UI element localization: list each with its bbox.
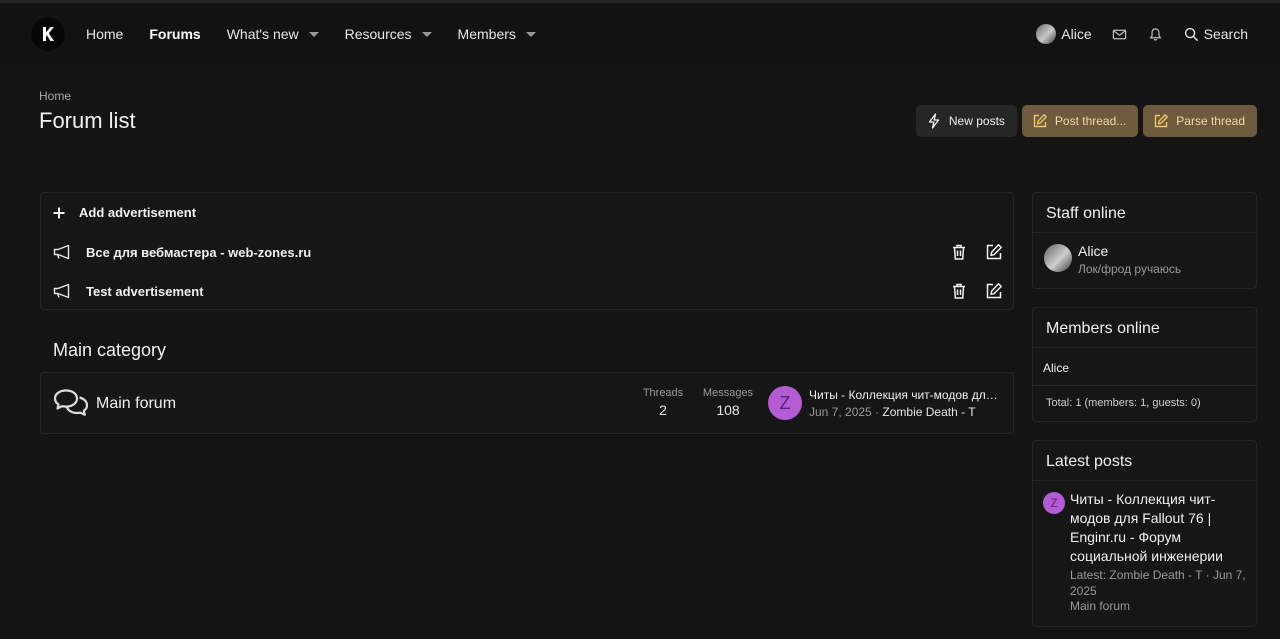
parse-thread-button[interactable]: Parse thread xyxy=(1143,105,1257,137)
staff-user-title: Лок/фрод ручаюсь xyxy=(1078,262,1182,276)
members-online-list: Alice xyxy=(1033,348,1256,386)
site-header: Home Forums What's new Resources Members… xyxy=(0,3,1280,65)
staff-member: Alice Лок/фрод ручаюсь xyxy=(1033,233,1256,288)
members-online-title[interactable]: Members online xyxy=(1033,308,1256,348)
chevron-down-icon[interactable] xyxy=(308,31,319,37)
header-user-area: Alice Search xyxy=(1036,3,1248,65)
new-posts-label: New posts xyxy=(948,114,1005,128)
parse-thread-label: Parse thread xyxy=(1176,114,1245,128)
nav-whats-new-label: What's new xyxy=(226,26,299,42)
messages-count: 108 xyxy=(716,402,740,418)
advertisement-row: Все для вебмастера - web-zones.ru xyxy=(53,242,1003,262)
threads-stat: Threads 2 xyxy=(642,387,684,418)
main-nav: Home Forums What's new Resources Members xyxy=(73,3,549,65)
plus-icon xyxy=(53,207,65,218)
staff-online-block: Staff online Alice Лок/фрод ручаюсь xyxy=(1032,192,1257,289)
members-online-block: Members online Alice Total: 1 (members: … xyxy=(1032,307,1257,422)
page-actions: New posts Post thread... Parse thread xyxy=(915,105,1257,137)
forum-title[interactable]: Main forum xyxy=(96,395,176,413)
category-title[interactable]: Main category xyxy=(53,340,166,361)
advertisement-label[interactable]: Test advertisement xyxy=(86,284,933,299)
chevron-down-icon[interactable] xyxy=(525,31,536,37)
new-posts-button[interactable]: New posts xyxy=(915,105,1017,137)
staff-online-title: Staff online xyxy=(1033,193,1256,233)
edit-icon xyxy=(1033,114,1047,128)
bell-icon[interactable] xyxy=(1148,26,1164,42)
trash-icon[interactable] xyxy=(950,282,968,300)
avatar[interactable]: Z xyxy=(768,386,802,420)
trash-icon[interactable] xyxy=(950,243,968,261)
avatar[interactable]: Z xyxy=(1043,492,1065,514)
envelope-icon[interactable] xyxy=(1112,26,1128,42)
bolt-icon xyxy=(928,113,940,129)
chat-bubbles-icon xyxy=(53,389,89,416)
last-post-date[interactable]: Jun 7, 2025 xyxy=(809,405,872,419)
add-advertisement-label: Add advertisement xyxy=(79,205,197,220)
messages-label: Messages xyxy=(702,387,754,399)
avatar xyxy=(1036,24,1057,44)
edit-icon[interactable] xyxy=(985,282,1003,300)
separator: · xyxy=(875,405,880,419)
k-logo-icon[interactable] xyxy=(31,17,65,51)
last-post-meta: Jun 7, 2025 · Zombie Death - T xyxy=(809,405,976,419)
forum-row: Main forum Threads 2 Messages 108 Z Читы… xyxy=(40,372,1014,434)
online-member-link[interactable]: Alice xyxy=(1043,361,1069,375)
latest-post-title[interactable]: Читы - Коллекция чит-модов для Fallout 7… xyxy=(1070,490,1240,566)
nav-forums-label: Forums xyxy=(149,26,201,42)
members-online-total: Total: 1 (members: 1, guests: 0) xyxy=(1046,397,1201,409)
chevron-down-icon[interactable] xyxy=(421,31,432,37)
advertisement-row: Test advertisement xyxy=(53,281,1003,301)
nav-resources-label: Resources xyxy=(344,26,412,42)
advertisement-label[interactable]: Все для вебмастера - web-zones.ru xyxy=(86,245,933,260)
nav-home[interactable]: Home xyxy=(73,3,136,65)
advertisements-block: Add advertisement Все для вебмастера - w… xyxy=(40,192,1014,310)
breadcrumb[interactable]: Home xyxy=(39,89,71,103)
nav-whats-new[interactable]: What's new xyxy=(214,3,332,65)
last-post-title[interactable]: Читы - Коллекция чит-модов для Fallout 7… xyxy=(809,388,1004,402)
messages-stat: Messages 108 xyxy=(702,387,754,418)
latest-posts-block: Latest posts Z Читы - Коллекция чит-модо… xyxy=(1032,440,1257,627)
nav-members[interactable]: Members xyxy=(445,3,549,65)
latest-post-forum[interactable]: Main forum xyxy=(1070,599,1130,613)
search-button[interactable]: Search xyxy=(1184,26,1248,42)
threads-label: Threads xyxy=(642,387,684,399)
add-advertisement-button[interactable]: Add advertisement xyxy=(53,205,196,220)
page-title: Forum list xyxy=(39,108,136,133)
search-label: Search xyxy=(1203,26,1248,42)
avatar[interactable] xyxy=(1044,244,1072,272)
post-thread-label: Post thread... xyxy=(1054,114,1127,128)
nav-home-label: Home xyxy=(86,26,124,42)
threads-count: 2 xyxy=(659,402,667,418)
latest-posts-title[interactable]: Latest posts xyxy=(1033,441,1256,481)
latest-post-item: Z Читы - Коллекция чит-модов для Fallout… xyxy=(1033,481,1256,626)
megaphone-icon xyxy=(53,244,70,260)
nav-resources[interactable]: Resources xyxy=(332,3,445,65)
nav-members-label: Members xyxy=(457,26,516,42)
search-icon xyxy=(1184,27,1198,41)
post-thread-button[interactable]: Post thread... xyxy=(1021,105,1139,137)
edit-icon[interactable] xyxy=(985,243,1003,261)
nav-forums[interactable]: Forums xyxy=(136,3,213,65)
latest-post-meta: Latest: Zombie Death - T · Jun 7, 2025 xyxy=(1070,568,1246,598)
account-name: Alice xyxy=(1061,26,1092,42)
edit-icon xyxy=(1155,114,1169,128)
last-post-user[interactable]: Zombie Death - T xyxy=(882,405,975,419)
staff-name[interactable]: Alice xyxy=(1078,243,1108,259)
megaphone-icon xyxy=(53,283,70,299)
account-menu[interactable]: Alice xyxy=(1036,24,1092,44)
